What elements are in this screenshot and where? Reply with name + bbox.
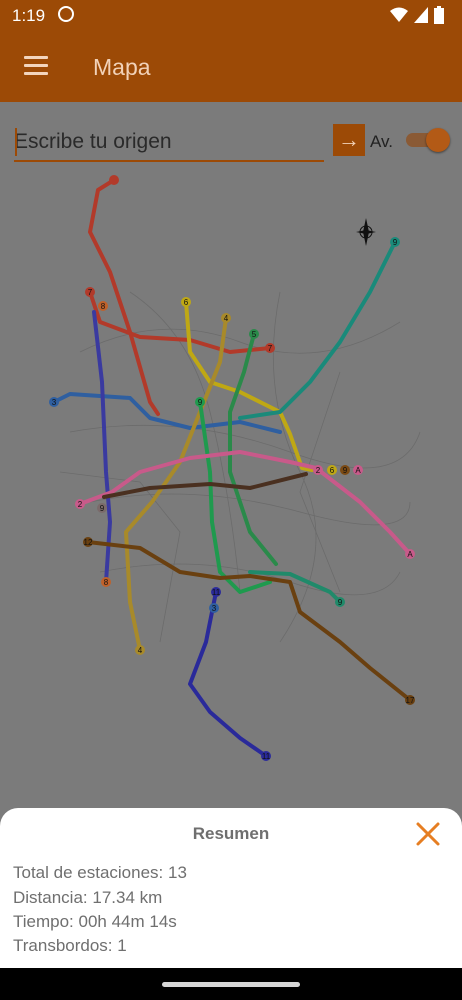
svg-text:8: 8 — [104, 578, 109, 587]
arrow-right-icon: → — [338, 127, 360, 152]
metro-map[interactable]: 7 8 6 4 5 7 9 3 9 2 9 2 6 9 A A 12 8 11 … — [40, 172, 430, 782]
station-marker[interactable]: 12 — [83, 537, 93, 547]
station-marker[interactable]: 3 — [209, 603, 219, 613]
summary-time: Tiempo: 00h 44m 14s — [13, 912, 177, 931]
svg-text:8: 8 — [101, 302, 106, 311]
svg-text:3: 3 — [212, 604, 217, 613]
station-marker[interactable]: 7 — [265, 343, 275, 353]
home-handle[interactable] — [162, 982, 300, 987]
svg-text:9: 9 — [393, 238, 398, 247]
status-icons — [390, 6, 444, 24]
line-green-2 — [198, 400, 272, 594]
status-bar: 1:19 — [0, 0, 462, 30]
svg-text:6: 6 — [184, 298, 189, 307]
station-marker[interactable]: 6 — [327, 465, 337, 475]
svg-text:9: 9 — [100, 504, 105, 513]
svg-text:11: 11 — [212, 588, 221, 597]
svg-text:17: 17 — [406, 696, 415, 705]
station-marker[interactable]: 9 — [390, 237, 400, 247]
line-navy-2 — [188, 590, 268, 758]
summary-sheet: Resumen Total de estaciones: 13 Distanci… — [0, 808, 462, 968]
summary-distance: Distancia: 17.34 km — [13, 888, 163, 907]
summary-total-stations: Total de estaciones: 13 — [13, 863, 187, 882]
cell-signal-icon — [414, 7, 428, 23]
svg-text:3: 3 — [52, 398, 57, 407]
station-marker[interactable]: 6 — [181, 297, 191, 307]
menu-icon[interactable] — [24, 56, 48, 76]
station-marker[interactable]: 8 — [101, 577, 111, 587]
svg-text:12: 12 — [84, 538, 93, 547]
compass-icon — [356, 218, 376, 246]
station-marker[interactable]: 2 — [75, 499, 85, 509]
station-marker[interactable]: 9 — [340, 465, 350, 475]
svg-text:A: A — [355, 466, 361, 475]
station-marker[interactable]: 4 — [221, 313, 231, 323]
station-marker[interactable]: 8 — [98, 301, 108, 311]
station-marker[interactable]: 9 — [195, 397, 205, 407]
svg-text:2: 2 — [316, 466, 321, 475]
summary-title: Resumen — [192, 824, 270, 843]
svg-text:9: 9 — [198, 398, 203, 407]
app-notification-icon — [58, 6, 74, 22]
station-marker[interactable]: A — [405, 549, 415, 559]
svg-text:7: 7 — [88, 288, 93, 297]
status-time: 1:19 — [12, 6, 46, 25]
station-marker[interactable] — [109, 175, 119, 185]
station-marker[interactable]: 17 — [405, 695, 415, 705]
svg-text:2: 2 — [78, 500, 83, 509]
station-marker[interactable]: A — [353, 465, 363, 475]
station-marker[interactable]: 11 — [211, 587, 221, 597]
go-button[interactable]: → — [333, 124, 365, 156]
origin-input[interactable] — [14, 124, 324, 162]
close-icon[interactable] — [414, 820, 442, 848]
system-nav-bar — [0, 968, 462, 1000]
svg-text:4: 4 — [138, 646, 143, 655]
svg-text:4: 4 — [224, 314, 229, 323]
station-marker[interactable]: 4 — [135, 645, 145, 655]
station-marker[interactable]: 9 — [97, 503, 107, 513]
toggle-thumb — [426, 128, 450, 152]
svg-text:11: 11 — [262, 752, 271, 761]
station-marker[interactable]: 2 — [313, 465, 323, 475]
search-row: → Av. — [14, 124, 454, 164]
av-toggle[interactable] — [406, 128, 452, 152]
svg-text:5: 5 — [252, 330, 257, 339]
station-marker[interactable]: 3 — [49, 397, 59, 407]
app-bar: Mapa — [0, 30, 462, 102]
av-label: Av. — [370, 132, 393, 151]
svg-text:6: 6 — [330, 466, 335, 475]
svg-text:9: 9 — [343, 466, 348, 475]
line-teal — [238, 240, 397, 420]
line-green — [228, 332, 278, 566]
battery-icon — [434, 6, 444, 24]
station-marker[interactable]: 11 — [261, 751, 271, 761]
station-marker[interactable]: 9 — [335, 597, 345, 607]
line-brown-2 — [86, 540, 412, 702]
page-title: Mapa — [93, 54, 151, 80]
summary-transfers: Transbordos: 1 — [13, 936, 127, 955]
station-marker[interactable]: 7 — [85, 287, 95, 297]
text-caret — [15, 128, 17, 156]
svg-text:9: 9 — [338, 598, 343, 607]
station-marker[interactable]: 5 — [249, 329, 259, 339]
svg-text:A: A — [407, 550, 413, 559]
wifi-icon — [390, 7, 408, 22]
svg-text:7: 7 — [268, 344, 273, 353]
